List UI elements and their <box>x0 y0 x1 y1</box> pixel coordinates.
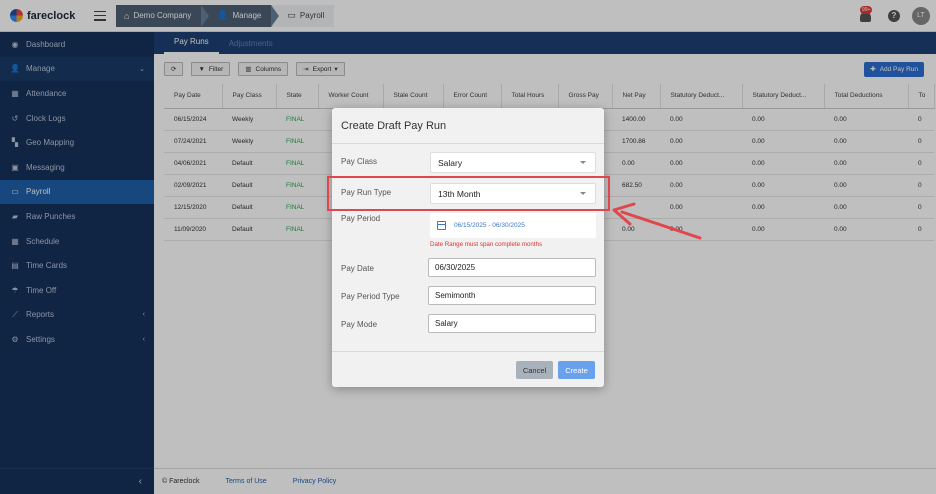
pay-class-select[interactable]: Salary <box>430 152 596 173</box>
pay-run-type-select[interactable]: 13th Month <box>430 183 596 204</box>
create-button[interactable]: Create <box>558 361 595 379</box>
dialog-footer: Cancel Create <box>332 351 604 387</box>
pay-mode-label: Pay Mode <box>341 320 378 329</box>
pay-period-error: Date Range must span complete months <box>430 241 543 248</box>
pay-class-label: Pay Class <box>341 157 378 166</box>
create-draft-pay-run-dialog: Create Draft Pay Run Pay Class Salary Pa… <box>332 108 604 387</box>
pay-period-range-picker[interactable]: 06/15/2025 - 06/30/2025 <box>430 213 596 238</box>
caret-down-icon <box>580 192 586 195</box>
pay-run-type-label: Pay Run Type <box>341 188 392 197</box>
dialog-title: Create Draft Pay Run <box>332 108 604 144</box>
pay-period-type-input[interactable]: Semimonth <box>428 286 596 305</box>
pay-period-type-label: Pay Period Type <box>341 292 400 301</box>
cancel-button[interactable]: Cancel <box>516 361 553 379</box>
caret-down-icon <box>580 161 586 164</box>
pay-mode-input[interactable]: Salary <box>428 314 596 333</box>
pay-date-input[interactable]: 06/30/2025 <box>428 258 596 277</box>
calendar-icon <box>437 221 446 230</box>
pay-period-label: Pay Period <box>341 214 381 223</box>
pay-date-label: Pay Date <box>341 264 374 273</box>
